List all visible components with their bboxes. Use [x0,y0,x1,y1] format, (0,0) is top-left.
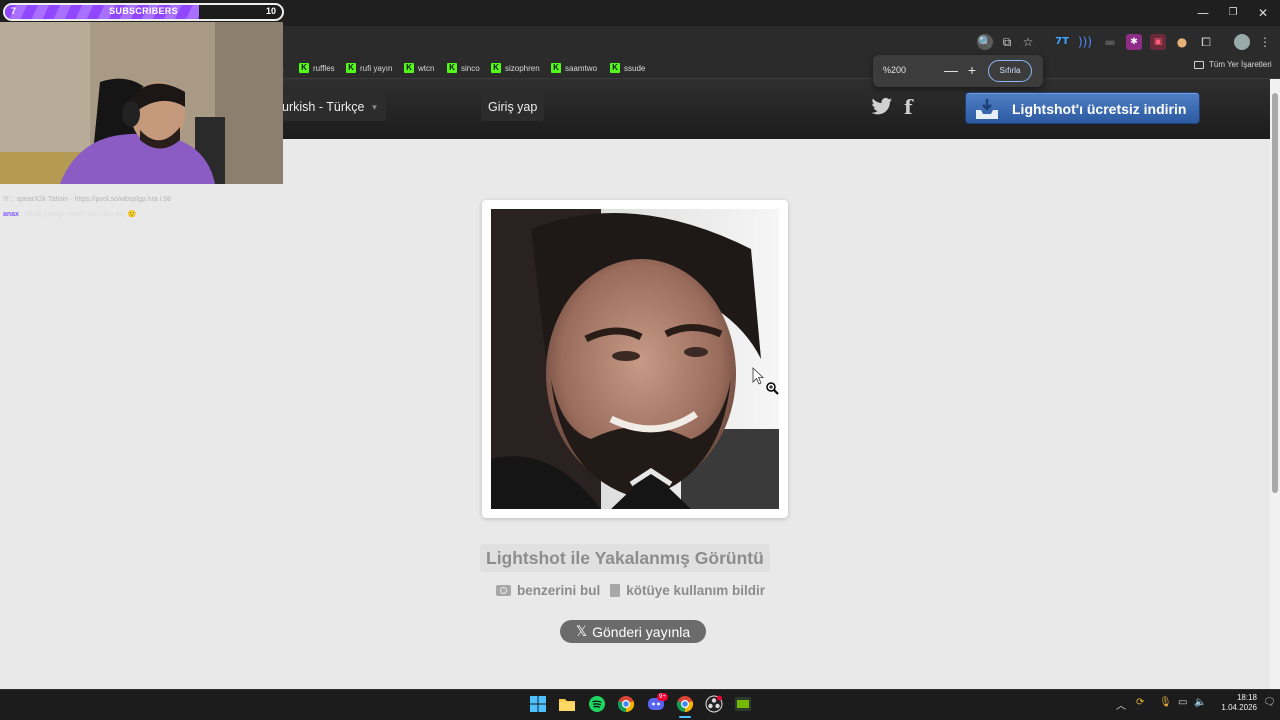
zoom-out-button[interactable]: — [943,62,959,78]
profile-avatar-icon[interactable] [1234,34,1250,50]
all-bookmarks-folder[interactable]: Tüm Yer İşaretleri [1194,60,1272,69]
subscriber-goal-bar: 7 SUBSCRIBERS 10 [3,3,284,21]
bookmark-label: saamtwo [565,63,598,73]
extension-translate-icon[interactable]: 7T [1054,34,1070,50]
webcam-overlay [0,22,283,184]
kick-icon: K [447,63,457,73]
tray-chevron-icon[interactable]: ︿ [1116,697,1126,712]
obs-icon[interactable] [705,695,723,713]
zoom-cursor-icon [752,367,779,395]
file-explorer-icon[interactable] [558,695,576,713]
bookmark-ssude[interactable]: Kssude [610,60,645,76]
zoom-popup: %200 — + Sıfırla [873,55,1043,87]
caret-down-icon: ▼ [370,102,379,112]
screenshot-image[interactable] [491,209,779,509]
bookmark-label: ruffles [313,63,335,73]
close-window-button[interactable]: ✕ [1248,4,1278,22]
download-label: Lightshot'ı ücretsiz indirin [1012,101,1187,117]
chrome-active-icon[interactable] [676,695,694,713]
nvidia-icon[interactable] [734,695,752,713]
chrome-icon[interactable] [617,695,635,713]
bookmark-label: ssude [624,63,646,73]
report-abuse-link[interactable]: kötüye kullanım bildir [610,583,765,598]
twitter-icon[interactable] [871,97,893,117]
download-lightshot-button[interactable]: Lightshot'ı ücretsiz indirin [965,92,1200,124]
bookmark-star-icon[interactable]: ☆ [1020,34,1036,50]
image-caption: Lightshot ile Yakalanmış Görüntü [480,544,770,572]
login-button[interactable]: Giriş yap [481,93,545,121]
maximize-button[interactable]: ❐ [1218,4,1248,22]
post-to-x-button[interactable]: 𝕏 Gönderi yayınla [560,620,706,643]
zoom-indicator-icon[interactable]: 🔍 [977,34,993,50]
bookmark-rufi-yayin[interactable]: Krufi yayın [346,60,392,76]
download-tray-icon [976,99,998,119]
clock-time: 18:18 [1236,693,1257,702]
extension-wave-icon[interactable]: ))) [1077,34,1093,50]
extension-cookie-icon[interactable]: ● [1174,34,1190,50]
subscriber-label: SUBSCRIBERS [109,6,178,16]
chat-message: !!! :: spearX2k Tahsin · https://pool.so… [3,196,171,203]
all-bookmarks-label: Tüm Yer İşaretleri [1209,60,1272,69]
clipboard-icon [610,584,621,597]
bookmark-sizophren[interactable]: Ksizophren [491,60,540,76]
extension-dark-icon[interactable]: ▬ [1102,34,1118,50]
report-label: kötüye kullanım bildir [626,583,766,598]
bookmark-sinco[interactable]: Ksinco [447,60,480,76]
system-clock[interactable]: 18:18 1.04.2026 [1213,693,1257,713]
active-app-indicator [679,716,691,718]
zoom-in-button[interactable]: + [964,62,980,78]
kick-icon: K [299,63,309,73]
windows-start-icon[interactable] [529,695,547,713]
bookmark-label: sizophren [505,63,540,73]
chat-text: : ofkak (hellgin uzun nasıl olur ab) 🙂 [20,211,137,218]
language-label: urkish - Türkçe [282,100,365,114]
extension-pink-icon[interactable]: ✱ [1126,34,1142,50]
extensions-puzzle-icon[interactable]: ⧠ [1198,34,1214,50]
discord-badge: 9+ [657,693,668,701]
post-label: Gönderi yayınla [592,623,691,640]
tray-sync-icon[interactable]: ⟳ [1136,697,1144,708]
kick-icon: K [491,63,501,73]
folder-icon [1194,60,1204,69]
bookmark-label: sinco [461,63,480,73]
bookmark-wtcn[interactable]: Kwtcn [404,60,434,76]
chat-message: anax : ofkak (hellgin uzun nasıl olur ab… [3,210,136,218]
kick-icon: K [610,63,620,73]
tray-volume-icon[interactable]: 🔈 [1194,697,1206,708]
facebook-icon[interactable]: f [904,96,918,118]
zoom-reset-button[interactable]: Sıfırla [988,60,1032,82]
bookmark-saamtwo[interactable]: Ksaamtwo [551,60,597,76]
notification-icon[interactable]: 🗨 [1263,697,1276,708]
minimize-button[interactable]: — [1188,4,1218,22]
spotify-icon[interactable] [588,695,606,713]
image-actions: benzerini bul kötüye kullanım bildir [496,583,765,598]
subscriber-goal: 10 [265,6,276,16]
kick-icon: K [346,63,356,73]
language-selector[interactable]: urkish - Türkçe ▼ [276,93,387,121]
bookmark-label: wtcn [418,63,435,73]
install-app-icon[interactable]: ⧉ [999,34,1015,50]
taskbar [0,689,1280,720]
tray-network-icon[interactable]: ▭ [1178,697,1187,708]
kick-icon: K [551,63,561,73]
chat-username: anax [3,211,19,218]
find-similar-link[interactable]: benzerini bul [496,583,600,598]
extension-red-icon[interactable]: ▣ [1150,34,1166,50]
bookmark-label: rufi yayın [360,63,393,73]
camera-icon [496,585,511,596]
tray-mic-icon[interactable]: 🎙 [1159,697,1172,708]
kick-icon: K [404,63,414,73]
clock-date: 1.04.2026 [1221,703,1257,712]
bookmark-ruffles[interactable]: Kruffles [299,60,335,76]
scrollbar[interactable] [1270,79,1280,689]
zoom-level: %200 [883,65,907,75]
menu-kebab-icon[interactable]: ⋮ [1257,34,1273,50]
scroll-thumb[interactable] [1272,93,1278,493]
find-similar-label: benzerini bul [517,583,601,598]
x-logo-icon: 𝕏 [575,623,588,640]
